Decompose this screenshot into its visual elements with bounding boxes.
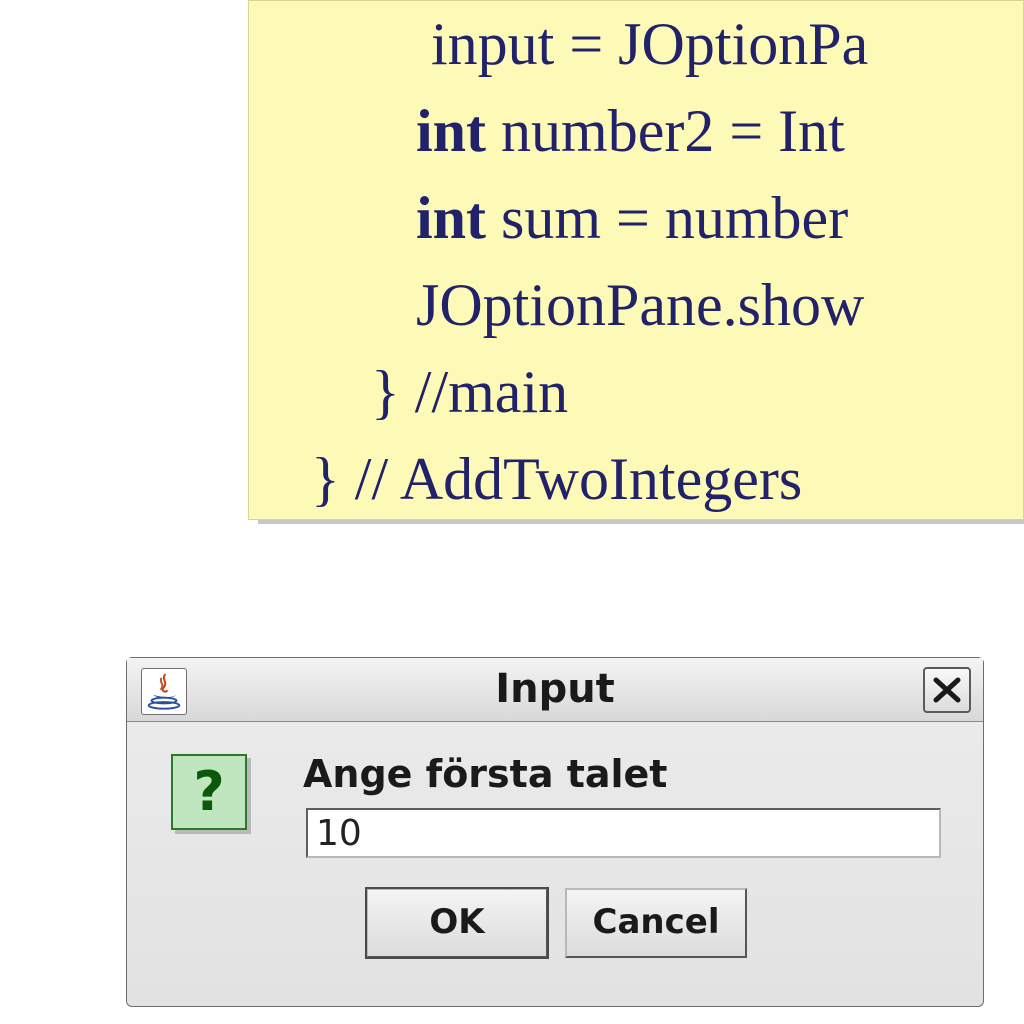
code-line-2-rest: number2 = Int: [486, 98, 845, 164]
code-block: input = JOptionPa int number2 = Int int …: [248, 0, 1024, 520]
close-button[interactable]: [923, 667, 971, 713]
code-keyword-int-2: int: [416, 185, 486, 251]
ok-button[interactable]: OK: [366, 888, 548, 958]
code-line-6: } // AddTwoIntegers: [311, 446, 802, 512]
dialog-body: ? Ange första talet OK Cancel: [127, 722, 983, 1007]
code-line-5: } //main: [311, 359, 568, 425]
input-dialog: Input ? Ange första talet OK Cancel: [126, 657, 984, 1007]
code-line-4: JOptionPane.show: [311, 272, 864, 338]
dialog-title: Input: [127, 658, 983, 721]
code-keyword-int-1: int: [416, 98, 486, 164]
question-icon: ?: [171, 754, 247, 830]
code-line-3-rest: sum = number: [486, 185, 848, 251]
dialog-titlebar[interactable]: Input: [127, 658, 983, 722]
dialog-prompt: Ange första talet: [303, 752, 667, 796]
cancel-button[interactable]: Cancel: [565, 888, 747, 958]
code-block-content: input = JOptionPa int number2 = Int int …: [248, 0, 1024, 520]
question-mark-glyph: ?: [173, 756, 245, 828]
dialog-input[interactable]: [306, 808, 941, 858]
code-line-1: input = JOptionPa: [311, 11, 868, 77]
